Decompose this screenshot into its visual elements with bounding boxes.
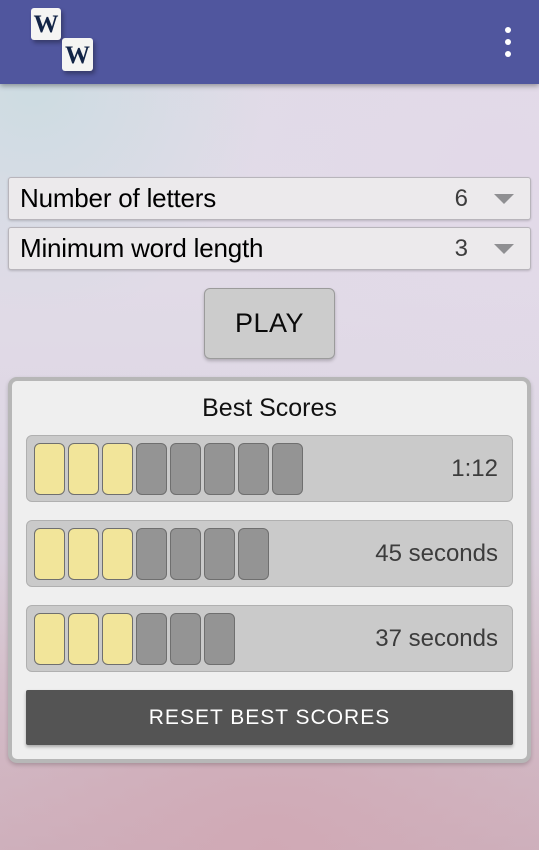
score-tile-empty	[272, 442, 303, 495]
spinner-value: 6	[454, 184, 468, 212]
spinner-value: 3	[454, 234, 468, 262]
app-root: W W Number of letters 6 Minimum word len…	[0, 0, 539, 850]
score-tile-empty	[170, 612, 201, 665]
score-tile-empty	[238, 527, 269, 580]
score-time: 45 seconds	[375, 539, 498, 567]
logo-tile-2: W	[62, 38, 93, 71]
score-tile-filled	[102, 527, 133, 580]
best-scores-title: Best Scores	[202, 394, 337, 422]
score-tile-filled	[34, 527, 65, 580]
score-tile-filled	[68, 442, 99, 495]
menu-dot-2	[505, 39, 511, 45]
chevron-down-icon	[494, 243, 514, 254]
score-tile-filled	[68, 527, 99, 580]
word-tiles-logo: W W	[31, 8, 101, 76]
score-tile-empty	[238, 442, 269, 495]
spinner-label: Number of letters	[20, 183, 217, 213]
score-tiles	[34, 612, 375, 665]
logo-tile-1: W	[31, 8, 61, 40]
score-tile-empty	[204, 612, 235, 665]
score-tiles	[34, 527, 375, 580]
menu-dot-3	[505, 51, 511, 57]
score-tile-filled	[102, 612, 133, 665]
app-bar: W W	[0, 0, 539, 84]
score-tile-empty	[204, 442, 235, 495]
score-tile-empty	[136, 442, 167, 495]
more-vert-icon[interactable]	[497, 26, 519, 58]
score-row: 37 seconds	[26, 605, 513, 672]
score-tile-empty	[204, 527, 235, 580]
spinner-label: Minimum word length	[20, 233, 264, 263]
settings-group: Number of letters 6 Minimum word length …	[8, 177, 531, 270]
score-time: 37 seconds	[375, 624, 498, 652]
spinner-minimum-word-length[interactable]: Minimum word length 3	[8, 227, 531, 270]
menu-dot-1	[505, 27, 511, 33]
chevron-down-icon	[494, 193, 514, 204]
play-button[interactable]: PLAY	[204, 288, 335, 359]
spinner-number-of-letters[interactable]: Number of letters 6	[8, 177, 531, 220]
score-time: 1:12	[451, 454, 498, 482]
main-content: Number of letters 6 Minimum word length …	[0, 177, 539, 763]
score-tile-empty	[136, 527, 167, 580]
score-row: 45 seconds	[26, 520, 513, 587]
score-tile-filled	[34, 442, 65, 495]
best-scores-panel: Best Scores 1:12 45 seconds 37 seconds R…	[8, 377, 531, 763]
reset-best-scores-button[interactable]: RESET BEST SCORES	[26, 690, 513, 745]
score-tile-empty	[170, 527, 201, 580]
score-row: 1:12	[26, 435, 513, 502]
score-tile-empty	[170, 442, 201, 495]
score-tile-filled	[34, 612, 65, 665]
play-button-container: PLAY	[8, 288, 531, 359]
score-tile-filled	[68, 612, 99, 665]
score-tiles	[34, 442, 451, 495]
score-tile-filled	[102, 442, 133, 495]
score-tile-empty	[136, 612, 167, 665]
